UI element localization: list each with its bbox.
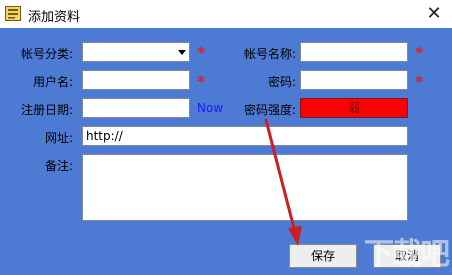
url-field[interactable]	[82, 126, 408, 146]
now-link[interactable]: Now	[197, 101, 223, 115]
add-record-dialog: 添加资料 ✕ 帐号分类: * 帐号名称: * 用户名: * 密码: * 注册日期…	[0, 0, 452, 275]
username-field[interactable]	[82, 70, 190, 90]
password-field[interactable]	[300, 70, 408, 90]
url-label: 网址:	[44, 131, 73, 145]
registration-date-label: 注册日期:	[20, 103, 73, 117]
close-icon[interactable]: ✕	[422, 2, 446, 26]
account-category-label: 帐号分类:	[20, 47, 73, 61]
required-mark: *	[415, 72, 424, 91]
required-mark: *	[197, 43, 206, 62]
account-name-field[interactable]	[300, 42, 408, 62]
password-label: 密码:	[267, 75, 296, 89]
watermark: 下载吧	[364, 237, 450, 272]
account-category-select[interactable]	[82, 42, 190, 62]
app-icon	[5, 6, 21, 21]
username-label: 用户名:	[32, 75, 73, 89]
notes-label: 备注:	[44, 159, 73, 173]
account-name-label: 帐号名称:	[243, 47, 296, 61]
title-bar: 添加资料 ✕	[0, 0, 452, 28]
notes-field[interactable]	[82, 154, 408, 221]
chevron-down-icon[interactable]	[178, 50, 186, 55]
password-strength-label: 密码强度:	[243, 103, 296, 117]
save-button[interactable]: 保存	[289, 244, 357, 268]
required-mark: *	[197, 72, 206, 91]
window-title: 添加资料	[28, 10, 81, 25]
password-strength-indicator: 弱	[300, 98, 408, 118]
form-panel: 帐号分类: * 帐号名称: * 用户名: * 密码: * 注册日期: Now 密…	[0, 28, 452, 275]
required-mark: *	[415, 43, 424, 62]
registration-date-field[interactable]	[82, 98, 190, 118]
